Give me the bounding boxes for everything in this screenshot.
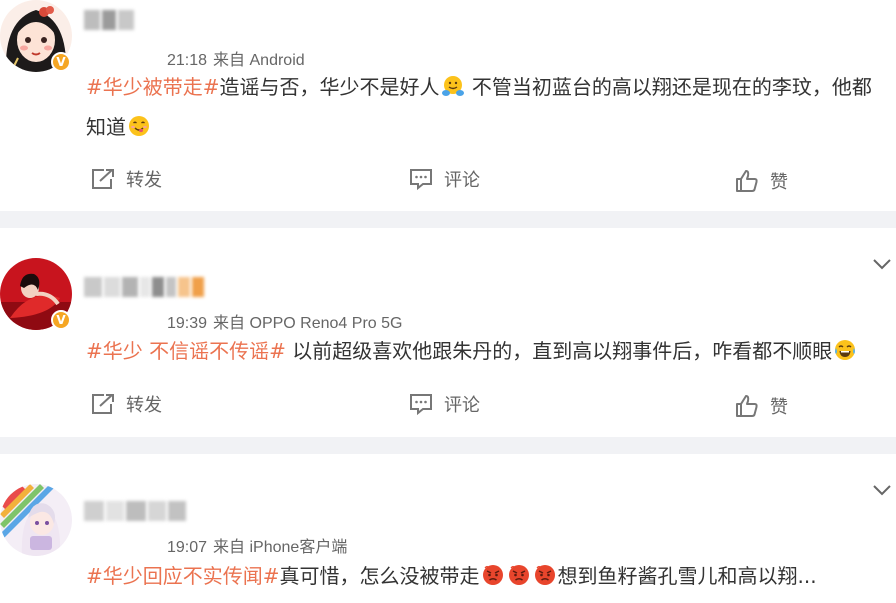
angry-emoji-icon <box>507 560 531 585</box>
repost-icon <box>92 394 114 414</box>
action-bar: 转发 评论 赞 <box>0 391 896 421</box>
avatar-wrap[interactable]: V <box>0 258 74 332</box>
comment-label: 评论 <box>444 170 480 191</box>
post-content: #华少被带走#造谣与否，华少不是好人 不管当初蓝台的高以翔还是现在的李玟，他都知… <box>86 67 886 147</box>
comment-card-2: V 19:39 来自 OPPO Reno4 Pro 5G #华少 不信谣不传谣# … <box>0 228 896 437</box>
post-source: 来自 OPPO Reno4 Pro 5G <box>213 315 403 332</box>
card-divider <box>0 211 896 228</box>
post-text: 以前超级喜欢他跟朱丹的，直到高以翔事件后，咋看都不顺眼 <box>285 339 833 363</box>
comment-button[interactable]: 评论 <box>408 391 480 417</box>
like-button[interactable]: 赞 <box>734 168 788 194</box>
repost-button[interactable]: 转发 <box>90 391 162 417</box>
post-time[interactable]: 19:39 <box>167 315 207 332</box>
hashtag-link[interactable]: #华少 不信谣不传谣# <box>86 339 286 363</box>
post-meta: 19:07 来自 iPhone客户端 <box>167 533 347 557</box>
chevron-down-icon[interactable] <box>872 256 892 270</box>
username-blurred[interactable] <box>84 501 186 521</box>
repost-icon <box>92 169 114 189</box>
action-bar: 转发 评论 赞 <box>0 166 896 196</box>
avatar-wrap[interactable]: V <box>0 0 74 74</box>
post-text: 真可惜，怎么没被带走 <box>279 564 480 588</box>
like-button[interactable]: 赞 <box>734 393 788 419</box>
card-divider <box>0 437 896 454</box>
avatar-wrap[interactable] <box>0 484 74 558</box>
yum-emoji-icon <box>127 111 151 136</box>
angry-emoji-icon <box>481 560 505 585</box>
like-label: 赞 <box>770 172 788 193</box>
comment-button[interactable]: 评论 <box>408 166 480 192</box>
angry-emoji-icon <box>533 560 557 585</box>
post-text: 想到鱼籽酱孔雪儿和高以翔... <box>557 564 817 588</box>
repost-button[interactable]: 转发 <box>90 166 162 192</box>
like-label: 赞 <box>770 397 788 418</box>
hug-emoji-icon <box>441 71 465 96</box>
hashtag-link[interactable]: #华少被带走# <box>86 75 220 99</box>
thumbs-up-icon <box>736 395 758 417</box>
laugh-tears-emoji-icon <box>833 335 857 360</box>
comment-card-3: 19:07 来自 iPhone客户端 #华少回应不实传闻#真可惜，怎么没被带走 想到… <box>0 454 896 603</box>
post-meta: 19:39 来自 OPPO Reno4 Pro 5G <box>167 309 402 333</box>
avatar-image <box>0 484 72 556</box>
repost-label: 转发 <box>126 395 162 416</box>
post-text: 造谣与否，华少不是好人 <box>219 75 440 99</box>
username-blurred[interactable] <box>84 277 204 297</box>
comment-card-1: V 21:18 来自 Android #华少被带走#造谣与否，华少不是好人 不管当… <box>0 0 896 211</box>
thumbs-up-icon <box>736 170 758 192</box>
comment-icon <box>410 169 432 191</box>
avatar[interactable] <box>0 484 72 556</box>
post-time[interactable]: 19:07 <box>167 539 207 556</box>
username-blurred[interactable] <box>84 10 134 30</box>
comment-icon <box>410 394 432 416</box>
comment-label: 评论 <box>444 395 480 416</box>
post-content: #华少回应不实传闻#真可惜，怎么没被带走 想到鱼籽酱孔雪儿和高以翔... <box>86 556 886 596</box>
chevron-down-icon[interactable] <box>872 482 892 496</box>
post-source: 来自 iPhone客户端 <box>213 539 348 556</box>
verified-badge-icon: V <box>51 52 71 72</box>
post-content: #华少 不信谣不传谣# 以前超级喜欢他跟朱丹的，直到高以翔事件后，咋看都不顺眼 <box>86 331 886 371</box>
repost-label: 转发 <box>126 170 162 191</box>
hashtag-link[interactable]: #华少回应不实传闻# <box>86 564 280 588</box>
verified-badge-icon: V <box>51 310 71 330</box>
